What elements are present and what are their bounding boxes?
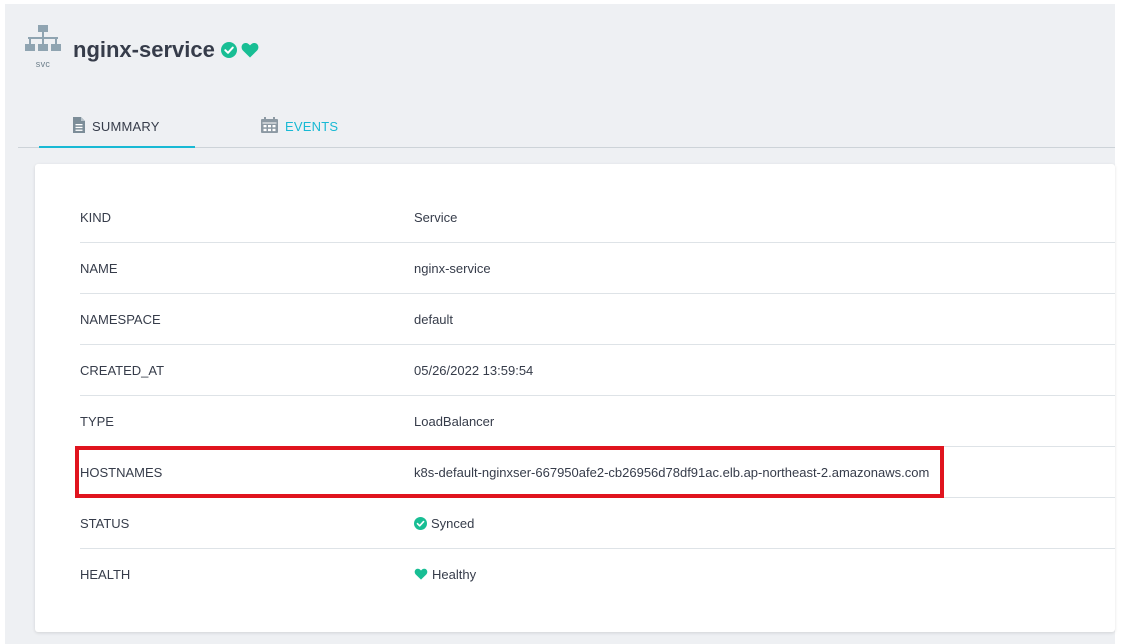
heart-icon [241, 42, 259, 58]
summary-row-kind: KIND Service [80, 192, 1115, 243]
tab-events-label: EVENTS [285, 118, 339, 134]
heart-icon [414, 568, 428, 580]
row-key: HEALTH [80, 566, 131, 582]
status-text: Synced [431, 515, 475, 531]
resource-kind-badge: svc [21, 24, 65, 74]
check-circle-icon [414, 516, 427, 530]
row-key: KIND [80, 209, 112, 225]
summary-row-health: HEALTH Healthy [80, 549, 1115, 599]
tab-summary-label: SUMMARY [92, 118, 160, 134]
tab-bar: SUMMARY EVENTS [18, 105, 1115, 148]
tab-summary[interactable]: SUMMARY [39, 105, 195, 148]
row-key: NAMESPACE [80, 311, 161, 327]
row-value: LoadBalancer [414, 413, 495, 429]
row-value: k8s-default-nginxser-667950afe2-cb26956d… [414, 464, 930, 480]
summary-row-namespace: NAMESPACE default [80, 294, 1115, 345]
summary-row-status: STATUS Synced [80, 498, 1115, 549]
health-text: Healthy [432, 566, 477, 582]
resource-kind-label: svc [35, 59, 51, 69]
calendar-icon [261, 116, 278, 136]
row-value-with-icon: Healthy [414, 567, 476, 582]
summary-table: KIND Service NAME nginx-service NAMESPAC… [80, 192, 1115, 599]
row-value-with-icon: Synced [414, 516, 474, 531]
summary-row-type: TYPE LoadBalancer [80, 396, 1115, 447]
row-key: TYPE [80, 413, 114, 429]
row-value: default [414, 311, 454, 327]
row-key: NAME [80, 260, 118, 276]
network-topology-icon [25, 25, 61, 51]
row-value: nginx-service [414, 260, 491, 276]
check-circle-icon [220, 42, 237, 58]
row-key: HOSTNAMES [80, 464, 163, 480]
title-row: nginx-service [73, 34, 259, 66]
summary-row-hostnames: HOSTNAMES k8s-default-nginxser-667950afe… [80, 447, 1115, 498]
summary-row-name: NAME nginx-service [80, 243, 1115, 294]
summary-card: KIND Service NAME nginx-service NAMESPAC… [35, 164, 1115, 632]
file-icon [73, 116, 85, 136]
row-key: STATUS [80, 515, 130, 531]
row-value: 05/26/2022 13:59:54 [414, 362, 534, 378]
page-title: nginx-service [73, 37, 215, 62]
row-value: Service [414, 209, 458, 225]
row-key: CREATED_AT [80, 362, 165, 378]
tab-events[interactable]: EVENTS [261, 105, 338, 147]
summary-row-created-at: CREATED_AT 05/26/2022 13:59:54 [80, 345, 1115, 396]
resource-details-panel: svc nginx-service SUMMARY EVENTS KIND Se… [5, 4, 1115, 644]
